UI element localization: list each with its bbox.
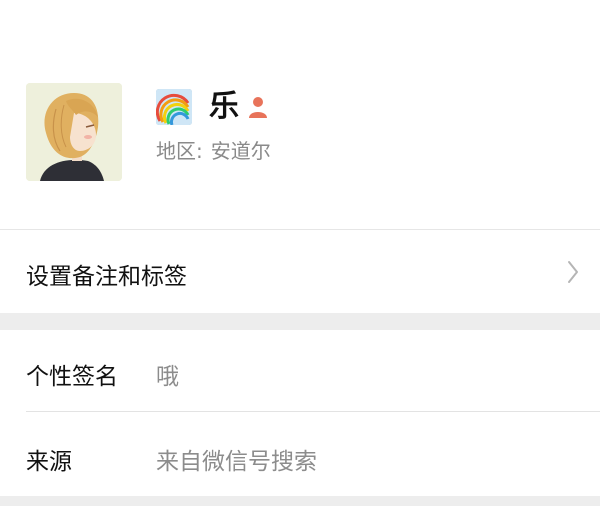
set-remark-row[interactable]: 设置备注和标签 bbox=[0, 230, 600, 313]
signature-value: 哦 bbox=[156, 364, 179, 390]
signature-label: 个性签名 bbox=[26, 364, 118, 390]
bottom-gap bbox=[0, 496, 600, 506]
name-row: 乐 bbox=[156, 87, 269, 127]
anime-girl-avatar-icon bbox=[26, 83, 122, 181]
region-value: 安道尔 bbox=[210, 139, 271, 163]
region-text: 地区: 安道尔 bbox=[156, 137, 271, 165]
profile-header: 乐 地区: 安道尔 bbox=[0, 0, 600, 229]
source-label: 来源 bbox=[26, 449, 72, 475]
person-icon bbox=[249, 97, 267, 118]
rainbow-icon bbox=[156, 89, 192, 125]
set-remark-label: 设置备注和标签 bbox=[26, 264, 187, 290]
source-value: 来自微信号搜索 bbox=[156, 449, 317, 475]
source-row: 来源 来自微信号搜索 bbox=[0, 412, 600, 496]
avatar[interactable] bbox=[26, 83, 122, 181]
nickname: 乐 bbox=[209, 89, 239, 124]
region-label: 地区: bbox=[156, 139, 203, 163]
chevron-right-icon bbox=[568, 261, 578, 283]
signature-row: 个性签名 哦 bbox=[0, 330, 600, 411]
section-gap bbox=[0, 313, 600, 330]
